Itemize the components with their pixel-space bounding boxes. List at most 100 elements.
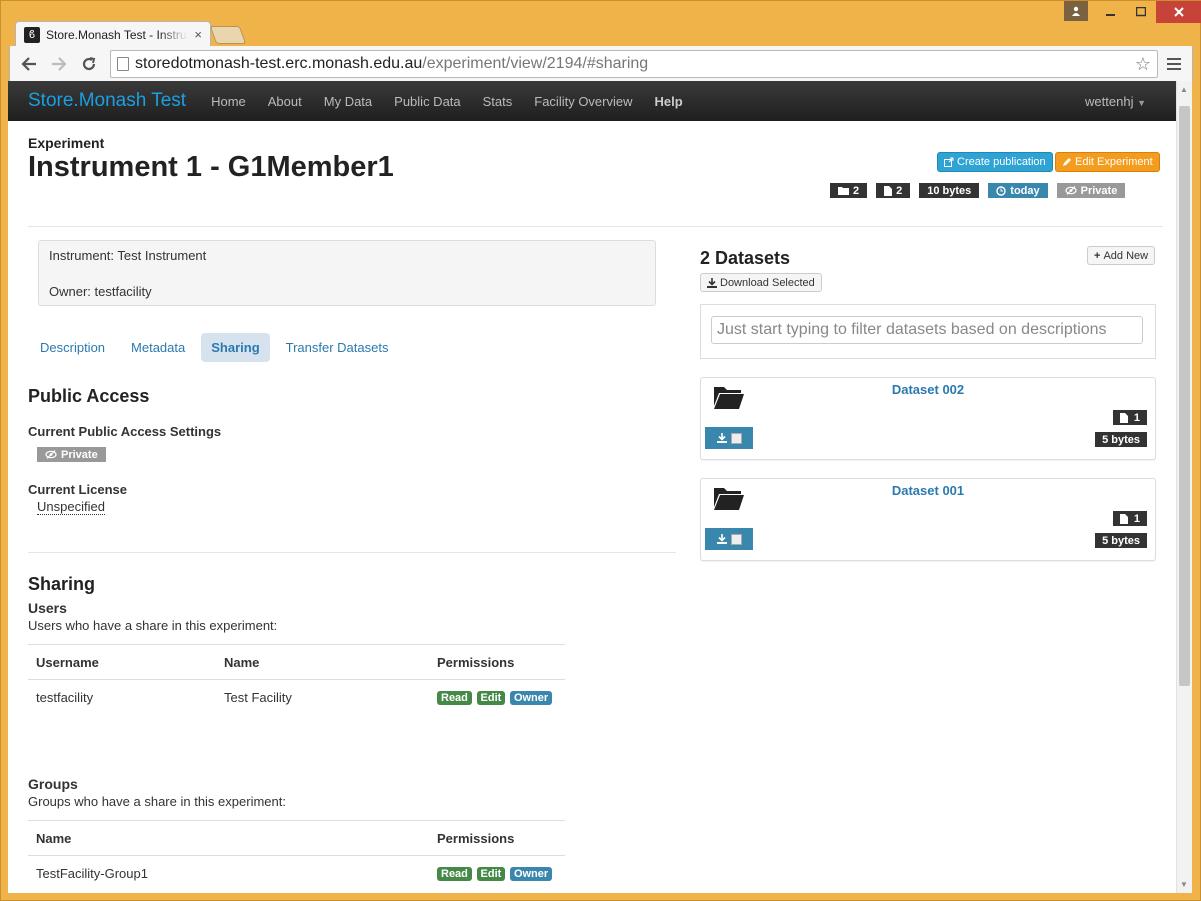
tab-description[interactable]: Description (30, 333, 115, 362)
experiment-badges: 2 2 10 bytes today Private (830, 183, 1126, 198)
folder-icon (838, 187, 849, 195)
dataset-name-link[interactable]: Dataset 001 (701, 483, 1155, 498)
minimize-icon[interactable] (1096, 1, 1126, 23)
user-menu[interactable]: wettenhj ▼ (1085, 94, 1176, 109)
owner-permission-badge: Owner (509, 867, 553, 882)
public-access-settings-label: Current Public Access Settings (28, 424, 222, 439)
file-icon (884, 185, 893, 196)
dataset-select-checkbox[interactable] (730, 533, 742, 545)
dataset-count-badge: 2 (830, 183, 868, 198)
dataset-download-button[interactable] (705, 528, 753, 550)
tab-transfer-datasets[interactable]: Transfer Datasets (276, 333, 399, 362)
bookmark-star-icon[interactable]: ☆ (1135, 54, 1151, 75)
edit-experiment-button[interactable]: Edit Experiment (1055, 152, 1160, 172)
group-name-cell: TestFacility-Group1 (36, 865, 148, 881)
share-icon (944, 157, 954, 167)
create-publication-button[interactable]: Create publication (937, 152, 1053, 172)
file-icon (1119, 412, 1128, 423)
groups-table-header: Name Permissions (28, 820, 565, 856)
file-icon (1119, 513, 1128, 524)
column-header-username: Username (28, 644, 216, 680)
nav-help[interactable]: Help (644, 94, 694, 109)
username-cell: testfacility (36, 689, 94, 705)
column-header-permissions: Permissions (429, 644, 565, 680)
time-badge: today (988, 183, 1048, 198)
column-header-group-permissions: Permissions (429, 820, 565, 856)
dataset-card[interactable]: Dataset 002 1 5 bytes (700, 377, 1156, 460)
user-profile-icon[interactable] (1064, 1, 1088, 21)
dataset-name-link[interactable]: Dataset 002 (701, 382, 1155, 397)
add-new-dataset-button[interactable]: + Add New (1087, 246, 1156, 265)
site-brand-link[interactable]: Store.Monash Test (28, 90, 186, 112)
reload-icon[interactable] (76, 51, 102, 77)
owner-permission-badge: Owner (509, 691, 553, 706)
close-window-icon[interactable] (1156, 1, 1201, 23)
table-row: TestFacility-Group1 Read Edit Owner (28, 856, 565, 891)
scroll-up-icon[interactable]: ▲ (1180, 85, 1188, 94)
page-icon (117, 57, 129, 71)
address-bar[interactable]: storedotmonash-test.erc.monash.edu.au/ex… (110, 50, 1158, 78)
column-header-group-name: Name (28, 820, 429, 856)
maximize-icon[interactable] (1126, 1, 1156, 23)
experiment-label: Experiment (28, 135, 105, 151)
groups-table: Name Permissions TestFacility-Group1 Rea… (28, 820, 565, 891)
dataset-file-count-badge: 1 (1112, 511, 1147, 526)
url-text: storedotmonash-test.erc.monash.edu.au/ex… (135, 55, 649, 72)
nav-facility-overview[interactable]: Facility Overview (523, 94, 643, 109)
table-row: testfacility Test Facility Read Edit Own… (28, 680, 565, 715)
public-access-heading: Public Access (28, 386, 150, 406)
dataset-file-count-badge: 1 (1112, 410, 1147, 425)
chrome-menu-icon[interactable] (1162, 51, 1186, 77)
nav-home[interactable]: Home (200, 94, 257, 109)
edit-experiment-label: Edit Experiment (1075, 156, 1153, 168)
column-header-name: Name (216, 644, 429, 680)
dataset-card[interactable]: Dataset 001 1 5 bytes (700, 478, 1156, 561)
dataset-filter-input[interactable] (711, 316, 1143, 344)
nav-public-data[interactable]: Public Data (383, 94, 471, 109)
nav-about[interactable]: About (257, 94, 313, 109)
read-permission-badge: Read (437, 691, 472, 706)
new-tab-button[interactable] (209, 26, 247, 44)
dataset-filter-box (700, 304, 1156, 359)
users-heading: Users (28, 600, 67, 616)
download-icon (716, 534, 727, 544)
size-badge: 10 bytes (919, 183, 980, 198)
group-permissions-cell: Read Edit Owner (429, 856, 565, 891)
download-icon (707, 277, 717, 288)
users-description: Users who have a share in this experimen… (28, 618, 278, 633)
tab-sharing[interactable]: Sharing (201, 333, 270, 362)
dataset-select-checkbox[interactable] (730, 432, 742, 444)
users-table-header: Username Name Permissions (28, 644, 565, 680)
nav-my-data[interactable]: My Data (313, 94, 383, 109)
page-scrollbar[interactable]: ▲ ▼ (1176, 81, 1192, 893)
pencil-icon (1063, 158, 1071, 166)
nav-stats[interactable]: Stats (472, 94, 524, 109)
dataset-download-button[interactable] (705, 427, 753, 449)
edit-permission-badge: Edit (476, 691, 506, 706)
download-selected-label: Download Selected (720, 276, 815, 289)
scroll-down-icon[interactable]: ▼ (1180, 880, 1188, 889)
download-selected-button[interactable]: Download Selected (700, 273, 822, 292)
tab-metadata[interactable]: Metadata (121, 333, 195, 362)
window-controls (1064, 1, 1201, 23)
read-permission-badge: Read (437, 867, 472, 882)
current-license-label: Current License (28, 482, 127, 497)
close-tab-icon[interactable]: × (194, 27, 202, 42)
edit-permission-badge: Edit (476, 867, 506, 882)
download-icon (716, 433, 727, 443)
license-link[interactable]: Unspecified (37, 499, 105, 515)
sharing-heading: Sharing (28, 574, 96, 594)
caret-down-icon: ▼ (1137, 97, 1146, 108)
access-badge: Private (1056, 183, 1126, 198)
browser-tab[interactable]: ϐ Store.Monash Test - Instrument 1 - G1M… (15, 21, 211, 47)
eye-slash-icon (45, 450, 57, 459)
permissions-cell: Read Edit Owner (429, 680, 565, 715)
scrollbar-thumb[interactable] (1179, 106, 1190, 686)
file-count-badge: 2 (876, 183, 911, 198)
back-arrow-icon[interactable] (16, 51, 42, 77)
create-publication-label: Create publication (957, 156, 1046, 168)
datasets-heading: 2 Datasets (700, 248, 791, 268)
public-access-badge[interactable]: Private (37, 447, 106, 462)
forward-arrow-icon[interactable] (46, 51, 72, 77)
instrument-text: Instrument: Test Instrument (49, 248, 207, 263)
